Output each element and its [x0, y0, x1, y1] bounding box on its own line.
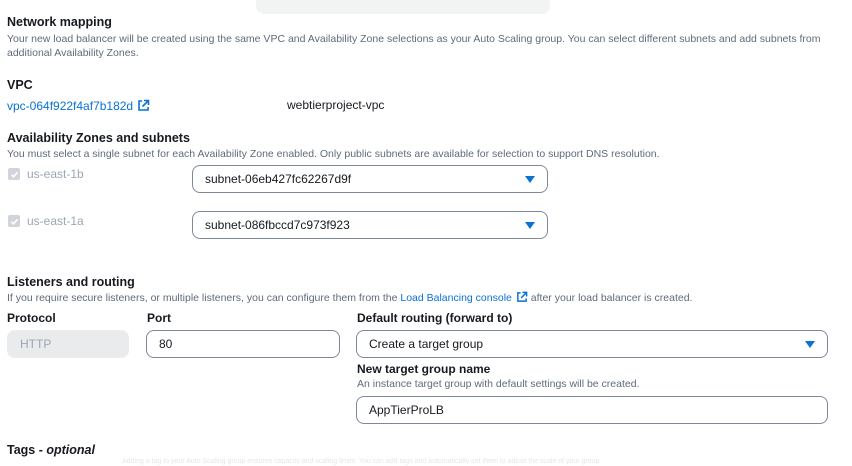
caret-down-icon	[525, 221, 535, 229]
protocol-value: HTTP	[20, 337, 52, 351]
az-description: You must select a single subnet for each…	[7, 148, 660, 160]
port-value: 80	[159, 337, 173, 351]
target-group-name-label: New target group name	[357, 362, 491, 376]
network-mapping-heading: Network mapping	[7, 15, 112, 29]
subnet-select-us-east-1a[interactable]: subnet-086fbccd7c973f923	[192, 211, 548, 239]
network-mapping-description: Your new load balancer will be created u…	[7, 33, 821, 59]
protocol-label: Protocol	[7, 311, 56, 325]
vpc-id-link-text[interactable]: vpc-064f922f4af7b182d	[7, 99, 133, 113]
default-routing-select[interactable]: Create a target group	[356, 330, 828, 358]
port-input[interactable]: 80	[146, 330, 340, 358]
vpc-link[interactable]: vpc-064f922f4af7b182d	[7, 97, 150, 115]
az-heading: Availability Zones and subnets	[7, 131, 190, 145]
external-link-icon	[516, 291, 528, 302]
check-icon	[8, 215, 20, 227]
listeners-description: If you require secure listeners, or mult…	[7, 291, 692, 305]
caret-down-icon	[805, 340, 815, 348]
top-card-stub	[256, 0, 550, 14]
caret-down-icon	[525, 175, 535, 183]
subnet-value: subnet-06eb427fc62267d9f	[205, 172, 352, 186]
target-group-name-input[interactable]: AppTierProLB	[356, 396, 828, 424]
default-routing-value: Create a target group	[369, 337, 484, 351]
az-checkbox-us-east-1b[interactable]: us-east-1b	[8, 167, 84, 181]
listeners-heading: Listeners and routing	[7, 275, 135, 289]
subnet-select-us-east-1b[interactable]: subnet-06eb427fc62267d9f	[192, 165, 548, 193]
tags-title: Tags -	[7, 443, 47, 457]
target-group-name-value: AppTierProLB	[369, 403, 444, 417]
vpc-name: webtierproject-vpc	[287, 98, 385, 112]
port-label: Port	[147, 311, 171, 325]
tags-faint-description: Adding a tag to your Auto Scaling group …	[122, 458, 602, 465]
subnet-value: subnet-086fbccd7c973f923	[205, 218, 350, 232]
az-name: us-east-1b	[27, 167, 84, 181]
load-balancing-console-link[interactable]: Load Balancing console	[400, 292, 512, 304]
tags-heading: Tags - optional	[7, 443, 95, 457]
check-icon	[8, 168, 20, 180]
external-link-icon	[138, 99, 150, 111]
listeners-desc-before: If you require secure listeners, or mult…	[7, 292, 398, 304]
vpc-label: VPC	[7, 78, 33, 92]
target-group-name-description: An instance target group with default se…	[357, 378, 640, 390]
tags-optional: optional	[46, 443, 95, 457]
default-routing-label: Default routing (forward to)	[357, 311, 513, 325]
protocol-field: HTTP	[7, 330, 129, 358]
az-checkbox-us-east-1a[interactable]: us-east-1a	[8, 214, 84, 228]
az-name: us-east-1a	[27, 214, 84, 228]
listeners-desc-after: after your load balancer is created.	[530, 292, 693, 304]
